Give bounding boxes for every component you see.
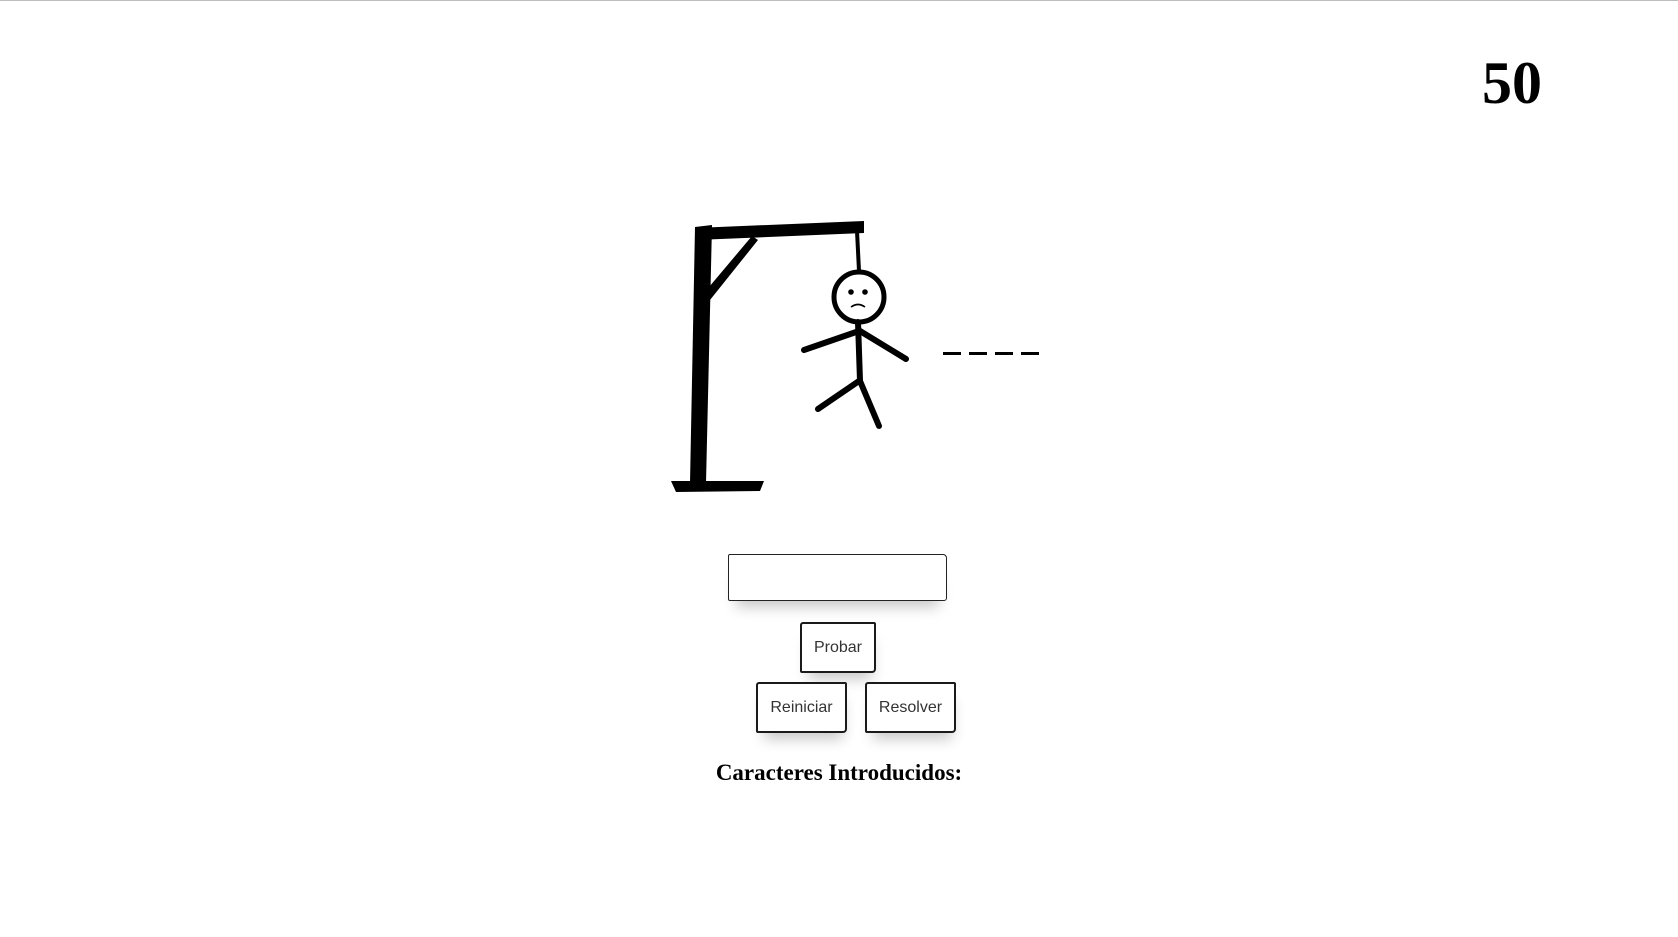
word-slots [943, 352, 1039, 355]
letter-slot [943, 352, 961, 355]
entered-characters-title: Caracteres Introducidos: [715, 760, 963, 785]
letter-input[interactable] [728, 554, 947, 601]
top-border [0, 0, 1678, 1]
letter-slot [995, 352, 1013, 355]
try-button[interactable]: Probar [800, 622, 876, 673]
score-counter: 50 [1482, 50, 1542, 116]
letter-slot [969, 352, 987, 355]
restart-button[interactable]: Reiniciar [756, 682, 847, 733]
letter-slot [1021, 352, 1039, 355]
gallows-beam [695, 221, 864, 240]
gallows-base [671, 481, 764, 492]
left-eye [848, 289, 854, 295]
left-arm [801, 328, 862, 353]
solve-button[interactable]: Resolver [865, 682, 956, 733]
right-arm [857, 328, 909, 362]
gallows-brace [704, 236, 758, 300]
right-leg [857, 378, 882, 429]
head [831, 269, 887, 325]
hangman-drawing [671, 221, 909, 492]
rope [855, 230, 861, 272]
gallows-pole [690, 225, 712, 483]
left-leg [815, 378, 862, 412]
right-eye [862, 289, 868, 295]
